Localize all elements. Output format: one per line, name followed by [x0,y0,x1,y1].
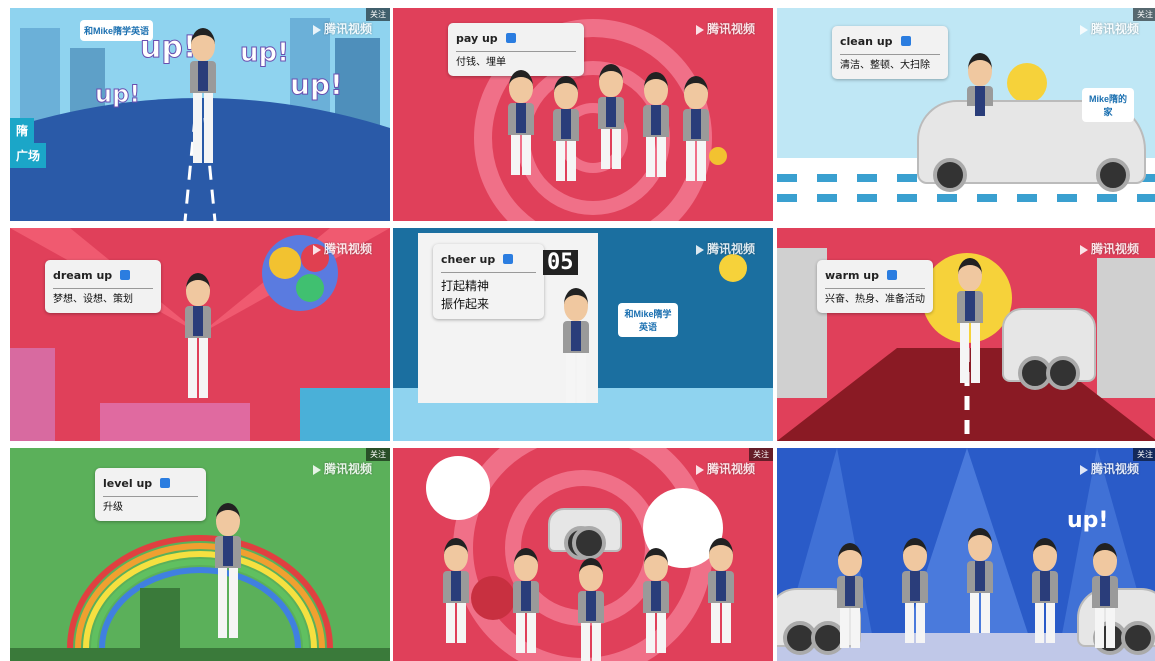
play-icon [695,464,704,475]
dancer [190,28,216,163]
dancer [443,538,469,643]
play-icon [312,244,321,255]
phrase-bubble: clean up 清洁、整顿、大扫除 [832,26,948,79]
up-word: up! [240,38,290,69]
up-word: up! [1067,508,1109,533]
dancer [578,558,604,661]
thumbnail-2[interactable]: pay up 付钱、埋单 腾讯视频 [393,8,773,221]
dancer [513,548,539,653]
follow-badge[interactable]: 关注 [366,8,390,21]
tencent-video-logo: 腾讯视频 [1079,460,1139,477]
speaker-icon[interactable] [120,269,131,280]
thumbnail-7[interactable]: level up 升级 腾讯视频 关注 [10,448,390,661]
thumbnail-9[interactable]: up! 腾讯视频 关注 [777,448,1155,661]
speaker-icon[interactable] [160,477,171,488]
phrase-bubble: cheer up 打起精神 振作起来 [433,244,544,319]
up-word: up! [94,80,141,109]
street-sign: 隋 [10,118,35,143]
play-icon [312,24,321,35]
thumbnail-8[interactable]: 腾讯视频 关注 [393,448,773,661]
phrase-bubble: dream up 梦想、设想、策划 [45,260,161,313]
thumbnail-1[interactable]: 隋 广场 和Mike隋学英语 up! up! up! up! 腾讯视频 关注 [10,8,390,221]
dancer [1032,538,1058,643]
thumbnail-3[interactable]: clean up 清洁、整顿、大扫除 Mike隋的家 腾讯视频 关注 [777,8,1155,221]
dancer [967,53,993,116]
tencent-video-logo: 腾讯视频 [312,460,372,477]
dancer [683,76,709,181]
phrase-bubble: level up 升级 [95,468,206,521]
speaker-icon[interactable] [505,32,516,43]
dancer [837,543,863,648]
tencent-video-logo: 腾讯视频 [1079,20,1139,37]
tencent-video-logo: 腾讯视频 [695,240,755,257]
play-icon [1079,464,1088,475]
speaker-icon[interactable] [503,253,514,264]
calendar-counter: 05 [543,250,578,275]
speaker-icon[interactable] [900,35,911,46]
tencent-video-logo: 腾讯视频 [695,20,755,37]
phrase-bubble: pay up 付钱、埋单 [448,23,584,76]
play-icon [1079,244,1088,255]
play-icon [695,244,704,255]
speaker-icon[interactable] [887,269,898,280]
dancer [1092,543,1118,648]
dancer [563,288,589,403]
thumbnail-4[interactable]: dream up 梦想、设想、策划 腾讯视频 [10,228,390,441]
thumbnail-6[interactable]: warm up 兴奋、热身、准备活动 腾讯视频 [777,228,1155,441]
dancer [508,70,534,175]
follow-badge[interactable]: 关注 [366,448,390,461]
dancer [215,503,241,638]
white-car [548,508,622,560]
dancer [643,72,669,177]
dancer [967,528,993,633]
play-icon [1079,24,1088,35]
phrase-bubble: warm up 兴奋、热身、准备活动 [817,260,933,313]
dancer [185,273,211,398]
dancer [643,548,669,653]
video-thumbnail-grid: 隋 广场 和Mike隋学英语 up! up! up! up! 腾讯视频 关注 p… [0,0,1155,661]
dancer [553,76,579,181]
dancer [957,258,983,383]
up-word: up! [290,68,344,102]
follow-badge[interactable]: 关注 [749,448,773,461]
white-car [1002,308,1096,390]
follow-badge[interactable]: 关注 [1133,448,1155,461]
dancer [902,538,928,643]
play-icon [312,464,321,475]
thumbnail-5[interactable]: cheer up 打起精神 振作起来 05 和Mike隋学英语 腾讯视频 [393,228,773,441]
dancer [708,538,734,643]
up-word: up! [140,30,198,66]
street-sign-plaza: 广场 [10,143,47,168]
follow-badge[interactable]: 关注 [1133,8,1155,21]
play-icon [695,24,704,35]
tencent-video-logo: 腾讯视频 [1079,240,1139,257]
house-label: Mike隋的家 [1082,88,1134,122]
dancer [598,64,624,169]
tencent-video-logo: 腾讯视频 [695,460,755,477]
tencent-video-logo: 腾讯视频 [312,240,372,257]
tv-screen-text: 和Mike隋学英语 [618,303,678,337]
tencent-video-logo: 腾讯视频 [312,20,372,37]
